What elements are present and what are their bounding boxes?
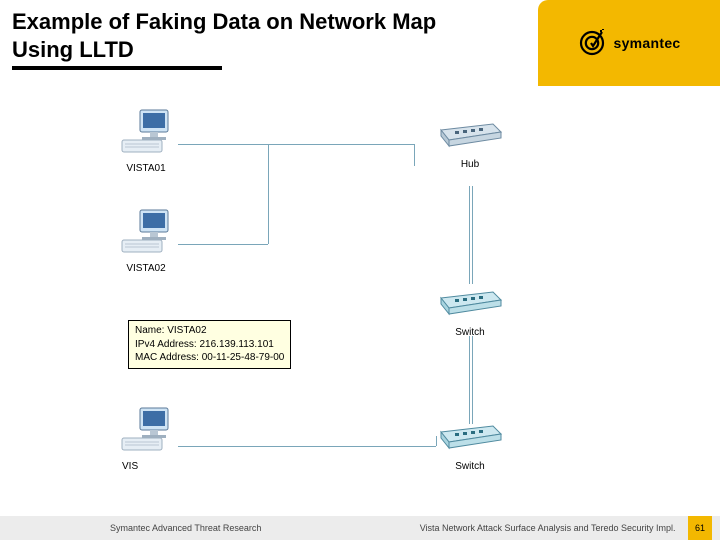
footer-right: Vista Network Attack Surface Analysis an…	[420, 516, 720, 540]
device-switch-1: Switch	[434, 284, 506, 338]
brand-name: symantec	[614, 35, 681, 51]
slide-header: Example of Faking Data on Network Map Us…	[0, 0, 720, 86]
host-vista02: VISTA02	[114, 206, 178, 274]
link-line	[178, 446, 436, 447]
tooltip-line-name: Name: VISTA02	[135, 324, 284, 338]
title-underline	[12, 66, 222, 70]
tooltip-name-label: Name:	[135, 325, 164, 336]
computer-icon	[120, 404, 172, 454]
link-line	[469, 186, 470, 284]
network-diagram: VISTA01 VISTA02 Hub	[114, 116, 534, 496]
tooltip-name-value: VISTA02	[167, 325, 206, 336]
host-vista01: VISTA01	[114, 106, 178, 174]
device-label: Switch	[434, 327, 506, 338]
host-label: VIS	[114, 461, 178, 472]
host-label: VISTA01	[114, 163, 178, 174]
tooltip-mac-label: MAC Address:	[135, 352, 199, 363]
link-line	[472, 186, 473, 284]
host-label: VISTA02	[114, 263, 178, 274]
device-switch-2: Switch	[434, 418, 506, 472]
brand-band: symantec	[538, 0, 720, 86]
switch-icon	[435, 418, 505, 454]
tooltip-ip-value: 216.139.113.101	[199, 339, 273, 350]
switch-icon	[435, 284, 505, 320]
symantec-logo-icon	[578, 29, 606, 57]
tooltip-line-mac: MAC Address: 00-11-25-48-79-00	[135, 351, 284, 365]
device-hub: Hub	[434, 116, 506, 170]
link-line	[268, 144, 269, 244]
slide-footer: Symantec Advanced Threat Research Vista …	[0, 516, 720, 540]
tooltip-mac-value: 00-11-25-48-79-00	[202, 352, 285, 363]
computer-icon	[120, 206, 172, 256]
slide-title: Example of Faking Data on Network Map Us…	[12, 8, 492, 63]
tooltip-line-ip: IPv4 Address: 216.139.113.101	[135, 338, 284, 352]
device-label: Hub	[434, 159, 506, 170]
page-number: 61	[688, 516, 712, 540]
host-vista03: VIS	[114, 404, 178, 472]
hub-icon	[435, 116, 505, 152]
device-label: Switch	[434, 461, 506, 472]
link-line	[178, 144, 414, 145]
footer-right-text: Vista Network Attack Surface Analysis an…	[420, 523, 676, 533]
link-line	[472, 336, 473, 424]
host-tooltip: Name: VISTA02 IPv4 Address: 216.139.113.…	[128, 320, 291, 369]
link-line	[178, 244, 268, 245]
link-line	[469, 336, 470, 424]
tooltip-ip-label: IPv4 Address:	[135, 339, 197, 350]
link-line	[414, 144, 415, 166]
footer-left: Symantec Advanced Threat Research	[0, 523, 420, 533]
computer-icon	[120, 106, 172, 156]
